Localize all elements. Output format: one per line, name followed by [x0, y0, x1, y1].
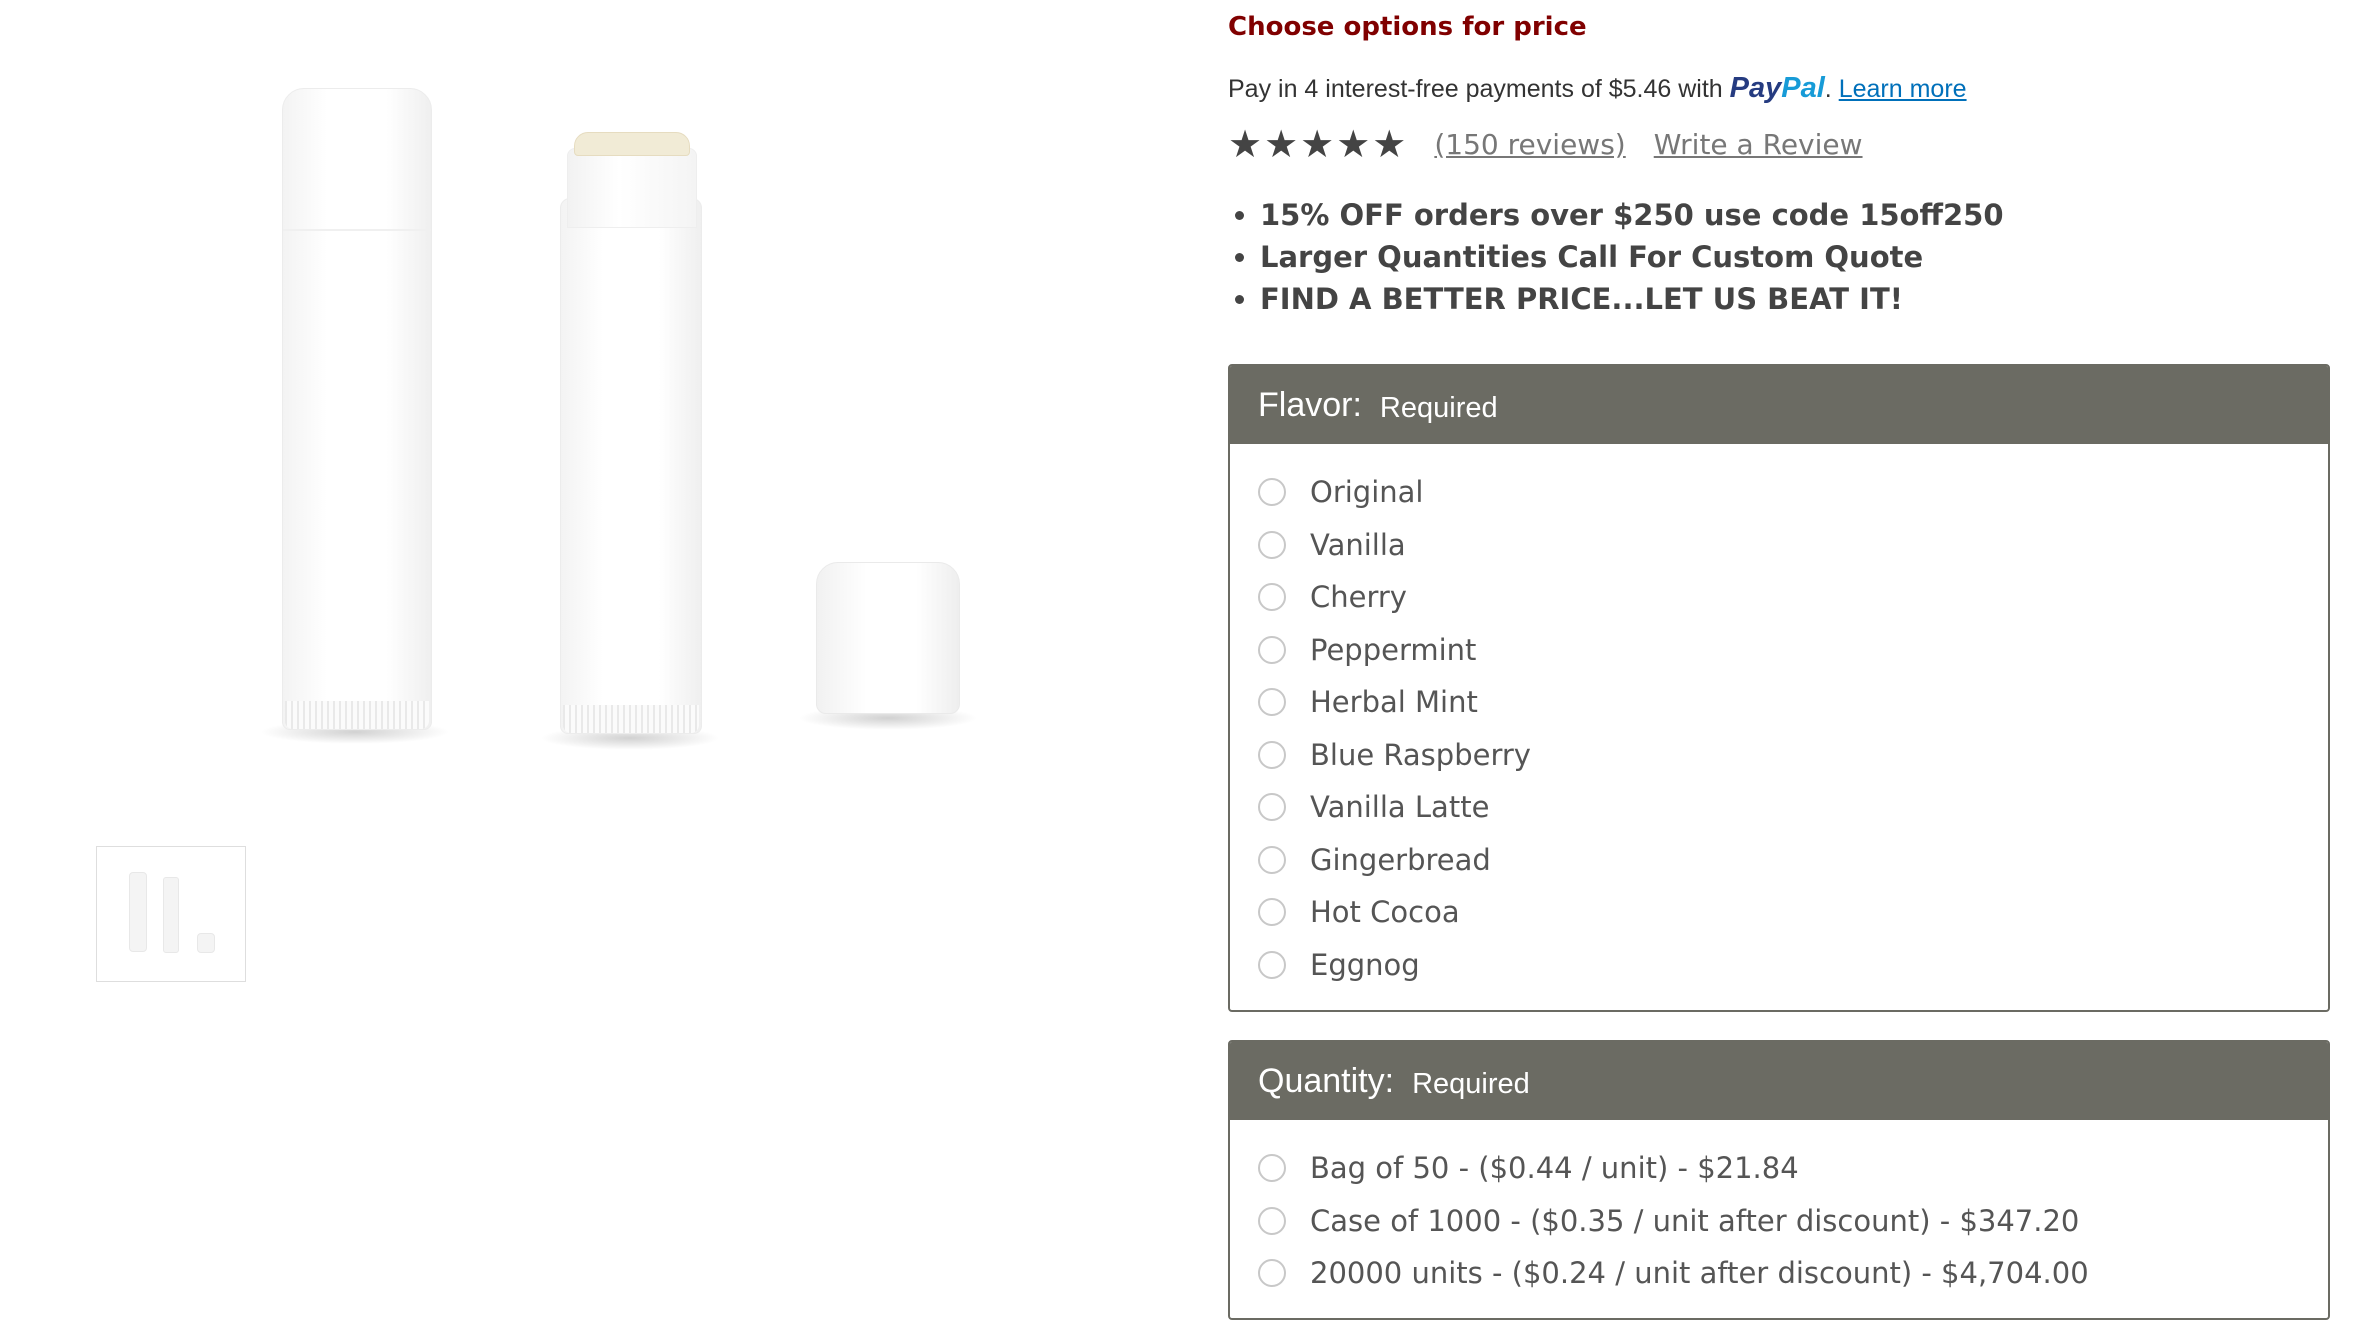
main-product-image[interactable] [230, 70, 1010, 770]
promo-item: Larger Quantities Call For Custom Quote [1260, 236, 2004, 278]
radio-button[interactable] [1258, 478, 1286, 507]
radio-button[interactable] [1258, 740, 1286, 769]
flavor-option-peppermint[interactable]: Peppermint [1258, 624, 2328, 677]
paypal-text: Pay in 4 interest-free payments of $5.46… [1228, 75, 1723, 103]
promo-item: FIND A BETTER PRICE...LET US BEAT IT! [1260, 278, 2004, 320]
flavor-option-label: Eggnog [1310, 947, 1420, 982]
flavor-option-label: Blue Raspberry [1310, 737, 1531, 772]
quantity-option-20000-units[interactable]: 20000 units - ($0.24 / unit after discou… [1258, 1247, 2328, 1300]
flavor-option-cherry[interactable]: Cherry [1258, 571, 2328, 624]
thumbnail-tube [129, 872, 147, 952]
radio-button[interactable] [1258, 793, 1286, 822]
thumbnail-cap [197, 933, 215, 953]
flavor-option-label: Original [1310, 475, 1424, 510]
radio-button[interactable] [1258, 583, 1286, 612]
paypal-logo-pal: Pal [1781, 72, 1825, 104]
flavor-option-label: Gingerbread [1310, 842, 1491, 877]
tube-cap-image [816, 562, 960, 714]
radio-button[interactable] [1258, 950, 1286, 979]
radio-button[interactable] [1258, 1154, 1286, 1183]
quantity-option-case-1000[interactable]: Case of 1000 - ($0.35 / unit after disco… [1258, 1195, 2328, 1248]
flavor-title: Flavor: [1258, 385, 1362, 424]
quantity-options: Bag of 50 - ($0.44 / unit) - $21.84 Case… [1230, 1120, 2328, 1300]
tube-ridges [285, 701, 429, 729]
quantity-option-label: Case of 1000 - ($0.35 / unit after disco… [1310, 1203, 2080, 1238]
promo-item: 15% OFF orders over $250 use code 15off2… [1260, 194, 2004, 236]
tube-ridges [563, 705, 699, 733]
flavor-options: Original Vanilla Cherry Peppermint Herba… [1230, 444, 2328, 991]
quantity-required-label: Required [1412, 1067, 1530, 1100]
flavor-option-blue-raspberry[interactable]: Blue Raspberry [1258, 729, 2328, 782]
paypal-logo: PayPal [1730, 72, 1825, 104]
paypal-learn-more-link[interactable]: Learn more [1839, 75, 1967, 103]
paypal-message: Pay in 4 interest-free payments of $5.46… [1228, 72, 1967, 105]
capped-tube-image [282, 88, 432, 730]
cap-seam [283, 229, 431, 231]
radio-button[interactable] [1258, 845, 1286, 874]
quantity-option-group: Quantity: Required Bag of 50 - ($0.44 / … [1228, 1040, 2330, 1320]
radio-button[interactable] [1258, 1259, 1286, 1288]
quantity-option-label: 20000 units - ($0.24 / unit after discou… [1310, 1256, 2089, 1291]
radio-button[interactable] [1258, 688, 1286, 717]
flavor-option-vanilla-latte[interactable]: Vanilla Latte [1258, 781, 2328, 834]
star-rating-icon: ★★★★★ [1228, 122, 1409, 166]
lip-balm-fill [574, 132, 690, 156]
write-review-link[interactable]: Write a Review [1654, 128, 1863, 161]
flavor-option-group: Flavor: Required Original Vanilla Cherry… [1228, 364, 2330, 1012]
quantity-header: Quantity: Required [1230, 1042, 2328, 1120]
quantity-title: Quantity: [1258, 1061, 1395, 1100]
product-thumbnail[interactable] [96, 846, 246, 982]
flavor-option-label: Hot Cocoa [1310, 895, 1460, 930]
flavor-option-gingerbread[interactable]: Gingerbread [1258, 834, 2328, 887]
flavor-option-herbal-mint[interactable]: Herbal Mint [1258, 676, 2328, 729]
flavor-option-label: Peppermint [1310, 632, 1477, 667]
product-rating: ★★★★★ (150 reviews) Write a Review [1228, 122, 1863, 166]
thumbnail-tube [163, 877, 179, 953]
flavor-option-label: Herbal Mint [1310, 685, 1478, 720]
radio-button[interactable] [1258, 1206, 1286, 1235]
radio-button[interactable] [1258, 635, 1286, 664]
open-tube-neck [567, 148, 697, 228]
flavor-option-hot-cocoa[interactable]: Hot Cocoa [1258, 886, 2328, 939]
paypal-logo-pay: Pay [1729, 72, 1782, 104]
flavor-option-label: Vanilla Latte [1310, 790, 1490, 825]
price-note: Choose options for price [1228, 12, 1587, 42]
quantity-option-bag-50[interactable]: Bag of 50 - ($0.44 / unit) - $21.84 [1258, 1142, 2328, 1195]
reviews-link[interactable]: (150 reviews) [1434, 128, 1625, 161]
flavor-option-eggnog[interactable]: Eggnog [1258, 939, 2328, 992]
promo-list: 15% OFF orders over $250 use code 15off2… [1228, 194, 2004, 320]
open-tube-image [560, 198, 702, 734]
paypal-suffix: . [1824, 75, 1832, 103]
quantity-option-label: Bag of 50 - ($0.44 / unit) - $21.84 [1310, 1151, 1799, 1186]
product-gallery [0, 0, 1150, 1000]
flavor-header: Flavor: Required [1230, 366, 2328, 444]
radio-button[interactable] [1258, 530, 1286, 559]
radio-button[interactable] [1258, 898, 1286, 927]
flavor-option-label: Cherry [1310, 580, 1407, 615]
flavor-option-original[interactable]: Original [1258, 466, 2328, 519]
flavor-required-label: Required [1379, 391, 1498, 424]
flavor-option-label: Vanilla [1310, 527, 1406, 562]
flavor-option-vanilla[interactable]: Vanilla [1258, 519, 2328, 572]
